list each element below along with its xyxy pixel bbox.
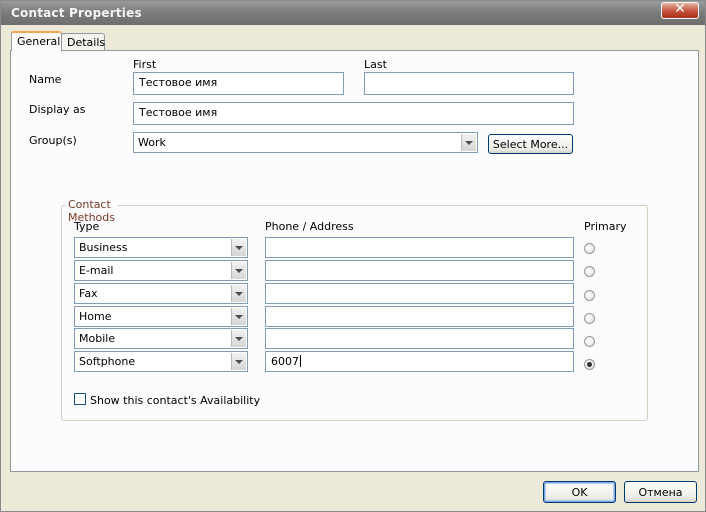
contact-address-value: 6007 xyxy=(271,355,299,368)
select-more-button[interactable]: Select More... xyxy=(488,134,573,154)
close-button[interactable]: ✕ xyxy=(661,1,699,19)
contact-address-input[interactable] xyxy=(265,328,574,349)
first-name-label: First xyxy=(133,58,157,71)
contact-type-value: Home xyxy=(79,310,112,323)
primary-radio-selected[interactable] xyxy=(584,359,595,370)
groups-value: Work xyxy=(138,136,166,149)
window-title: Contact Properties xyxy=(11,6,142,20)
text-caret xyxy=(300,355,301,367)
display-as-label: Display as xyxy=(29,103,86,116)
groups-dropdown[interactable]: Work xyxy=(133,132,478,153)
primary-radio[interactable] xyxy=(584,290,595,301)
contact-type-value: Fax xyxy=(79,287,98,300)
contact-type-value: Softphone xyxy=(79,355,136,368)
title-bar[interactable]: Contact Properties ✕ xyxy=(1,1,705,25)
contact-type-value: E-mail xyxy=(79,264,114,277)
chevron-down-icon[interactable] xyxy=(231,308,246,325)
last-name-input[interactable] xyxy=(364,72,574,95)
contact-type-dropdown[interactable]: Fax xyxy=(74,283,248,304)
contact-type-dropdown[interactable]: Mobile xyxy=(74,328,248,349)
contact-type-dropdown[interactable]: Softphone xyxy=(74,351,248,372)
close-icon: ✕ xyxy=(674,1,686,17)
name-label: Name xyxy=(29,73,62,86)
chevron-down-icon[interactable] xyxy=(231,262,246,279)
address-column-header: Phone / Address xyxy=(265,220,354,233)
chevron-down-icon[interactable] xyxy=(231,353,246,370)
contact-type-value: Mobile xyxy=(79,332,116,345)
primary-column-header: Primary xyxy=(584,220,627,233)
contact-type-value: Business xyxy=(79,241,128,254)
availability-checkbox[interactable] xyxy=(74,393,86,405)
contact-type-dropdown[interactable]: Home xyxy=(74,306,248,327)
primary-radio[interactable] xyxy=(584,243,595,254)
cancel-button[interactable]: Отмена xyxy=(624,481,697,503)
primary-radio[interactable] xyxy=(584,336,595,347)
type-column-header: Type xyxy=(74,220,100,233)
ok-button[interactable]: OK xyxy=(543,481,616,503)
last-name-label: Last xyxy=(364,58,387,71)
chevron-down-icon[interactable] xyxy=(231,239,246,256)
contact-properties-dialog: Contact Properties ✕ General Details Fir… xyxy=(0,0,706,512)
primary-radio[interactable] xyxy=(584,313,595,324)
chevron-down-icon[interactable] xyxy=(461,134,476,151)
contact-address-input[interactable] xyxy=(265,237,574,258)
contact-address-input[interactable] xyxy=(265,283,574,304)
availability-label: Show this contact's Availability xyxy=(90,394,261,407)
tab-general-label: General xyxy=(17,35,61,48)
contact-type-dropdown[interactable]: E-mail xyxy=(74,260,248,281)
chevron-down-icon[interactable] xyxy=(231,285,246,302)
groups-label: Group(s) xyxy=(29,134,77,147)
contact-address-input[interactable]: 6007 xyxy=(265,351,574,372)
tab-general[interactable]: General xyxy=(11,31,62,51)
contact-address-input[interactable] xyxy=(265,306,574,327)
contact-type-dropdown[interactable]: Business xyxy=(74,237,248,258)
contact-address-input[interactable] xyxy=(265,260,574,281)
display-as-input[interactable]: Тестовое имя xyxy=(133,102,574,125)
chevron-down-icon[interactable] xyxy=(231,330,246,347)
tab-details[interactable]: Details xyxy=(61,33,105,50)
first-name-input[interactable]: Тестовое имя xyxy=(133,72,344,95)
primary-radio[interactable] xyxy=(584,266,595,277)
tab-details-label: Details xyxy=(67,36,106,49)
